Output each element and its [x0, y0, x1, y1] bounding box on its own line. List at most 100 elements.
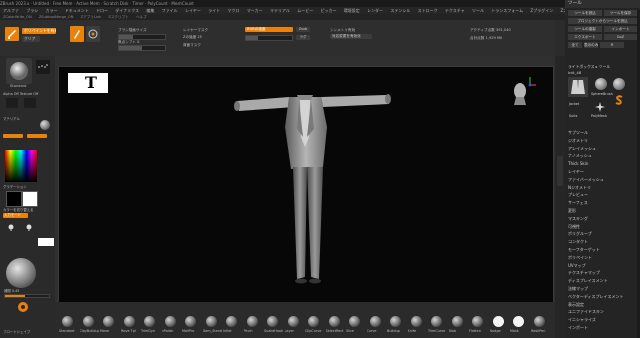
info-item-colorwrite[interactable]: ZColorWrite_ON	[3, 15, 32, 19]
brush-thumb-23[interactable]	[533, 316, 545, 327]
tool-section-10[interactable]: 変形	[568, 208, 638, 214]
material-thumbnail-button[interactable]	[40, 120, 50, 130]
brush-thumb-7[interactable]	[205, 316, 217, 327]
brush-thumb-2[interactable]	[103, 316, 114, 327]
blend-slider[interactable]	[4, 294, 50, 298]
tool-section-2[interactable]: アレイメッシュ	[568, 146, 638, 152]
tool-button-4[interactable]: インポート	[604, 26, 637, 32]
alpha-brush-thumbnail[interactable]	[613, 78, 625, 90]
rgb-toggle[interactable]	[3, 134, 23, 138]
brush-thumb-16[interactable]	[390, 316, 401, 327]
viewport[interactable]: T	[58, 66, 554, 304]
info-item-help[interactable]: ヘルプ	[136, 15, 147, 19]
brush-thumb-1[interactable]	[82, 316, 94, 327]
brush-thumb-10[interactable]	[267, 316, 278, 327]
tool-section-21[interactable]: ベクターディスプレイスメント	[568, 294, 638, 300]
tool-section-17[interactable]: UVマップ	[568, 263, 638, 269]
z-intensity-slider[interactable]	[245, 35, 293, 41]
star-thumbnail[interactable]	[595, 102, 605, 112]
rgb-intensity-slider[interactable]: RGBの強度	[245, 27, 293, 32]
texture-thumbnail-button[interactable]	[24, 98, 36, 108]
primary-color-swatch[interactable]	[6, 191, 22, 207]
tool-section-25[interactable]: インポート	[568, 325, 638, 331]
menu-item-tool[interactable]: ツール	[472, 8, 484, 13]
tool-section-15[interactable]: モーフターゲット	[568, 247, 638, 253]
brush-thumb-8[interactable]	[226, 316, 237, 327]
tool-button-8[interactable]: 表示のみ	[584, 42, 598, 48]
brush-thumb-9[interactable]	[246, 316, 258, 327]
menu-item-marker[interactable]: マーカー	[247, 8, 263, 13]
tool-section-24[interactable]: イニシャライズ	[568, 317, 638, 323]
menu-item-alpha[interactable]: アルファ	[3, 8, 19, 13]
brush-thumb-3[interactable]	[123, 316, 135, 327]
tool-section-3[interactable]: ナノメッシュ	[568, 153, 638, 159]
info-item-subtoolmerge[interactable]: ZSubtoolMerge_ON	[39, 15, 74, 19]
menu-item-preferences[interactable]: 環境設定	[344, 8, 360, 13]
tool-button-7[interactable]: 全て	[568, 42, 582, 48]
tool-section-14[interactable]: コンタクト	[568, 239, 638, 245]
lazy-mouse-button[interactable]: ラグ	[296, 35, 310, 40]
menu-item-transform[interactable]: トランスフォーム	[491, 8, 523, 13]
tool-section-23[interactable]: ユニファイドスキン	[568, 309, 638, 315]
stroke-thumbnail-button[interactable]	[36, 60, 50, 74]
mrgb-toggle[interactable]	[27, 134, 47, 138]
tool-section-7[interactable]: Nジオメトリ	[568, 185, 638, 191]
brush-thumb-5[interactable]	[164, 316, 176, 327]
brush-thumb-12[interactable]	[308, 316, 319, 327]
tool-section-13[interactable]: ポリグループ	[568, 231, 638, 237]
menu-item-color[interactable]: カラー	[45, 8, 57, 13]
tool-section-12[interactable]: 可視性	[568, 224, 638, 230]
pose-toggle[interactable]: 対応変更を有効化	[330, 34, 372, 39]
secondary-color-swatch[interactable]	[22, 191, 38, 207]
tool-section-4[interactable]: Thick Skin	[568, 161, 638, 167]
menu-item-stencil[interactable]: ステンシル	[390, 8, 410, 13]
brush-thumb-11[interactable]	[287, 316, 299, 327]
brush-thumb-15[interactable]	[369, 316, 381, 327]
brush-thumb-19[interactable]	[451, 316, 463, 327]
alpha-thumbnail-button[interactable]	[6, 98, 18, 108]
input-mode-button[interactable]: 入力モード	[3, 213, 28, 218]
tool-button-9[interactable]: R	[600, 42, 624, 48]
tool-section-22[interactable]: 表示設定	[568, 302, 638, 308]
sphere-brush-thumbnail[interactable]	[595, 78, 607, 90]
tool-section-16[interactable]: ポリペイント	[568, 255, 638, 261]
tool-section-11[interactable]: マスキング	[568, 216, 638, 222]
current-tool-thumbnail[interactable]	[568, 77, 588, 97]
brush-thumb-14[interactable]	[349, 316, 360, 327]
brush-thumb-0[interactable]	[62, 316, 73, 327]
tool-button-0[interactable]: ツールを読込	[568, 10, 602, 16]
menu-item-texture[interactable]: テクスチャ	[445, 8, 465, 13]
skin-swatch[interactable]	[38, 238, 54, 246]
menu-item-draw[interactable]: ドロー	[96, 8, 108, 13]
color-picker[interactable]	[5, 150, 37, 182]
right-shelf-scroll[interactable]	[557, 156, 563, 186]
brush-thumb-18[interactable]	[431, 316, 442, 327]
polypaint-enable-button[interactable]: ポリペイントを有効化	[22, 28, 56, 34]
info-item-zscript[interactable]: Zスクリプト	[108, 15, 128, 19]
menu-item-file[interactable]: ファイル	[162, 8, 178, 13]
tool-section-1[interactable]: ジオメトリ	[568, 138, 638, 144]
info-item-zapplink[interactable]: ZアプリLink	[81, 15, 102, 19]
tool-section-18[interactable]: テクスチャマップ	[568, 270, 638, 276]
menu-item-edit[interactable]: 編集	[146, 8, 154, 13]
menu-item-picker[interactable]: ピッカー	[321, 8, 337, 13]
menu-item-light[interactable]: ライト	[208, 8, 220, 13]
donut-icon[interactable]	[18, 302, 28, 312]
tool-button-3[interactable]: ツールの複製	[568, 26, 602, 32]
menu-item-stroke[interactable]: ストローク	[418, 8, 438, 13]
brush-thumb-21[interactable]	[492, 316, 504, 327]
brush-thumb-13[interactable]	[328, 316, 340, 327]
tool-button-5[interactable]: エクスポート	[568, 34, 602, 40]
brush-thumb-22[interactable]	[513, 316, 524, 327]
tool-section-0[interactable]: サブツール	[568, 130, 638, 136]
menu-item-document[interactable]: ドキュメント	[65, 8, 89, 13]
tool-button-2[interactable]: プロジェクトからツールを読込	[568, 18, 637, 24]
brush-thumb-17[interactable]	[410, 316, 422, 327]
menu-item-render[interactable]: レンダー	[367, 8, 383, 13]
tool-button-1[interactable]: ツールを保存	[604, 10, 637, 16]
menu-item-brush[interactable]: ブラシ	[26, 8, 38, 13]
tool-section-5[interactable]: レイヤー	[568, 169, 638, 175]
menu-item-material[interactable]: マテリアル	[270, 8, 290, 13]
tool-section-20[interactable]: 法線マップ	[568, 286, 638, 292]
tool-section-19[interactable]: ディスプレイスメント	[568, 278, 638, 284]
